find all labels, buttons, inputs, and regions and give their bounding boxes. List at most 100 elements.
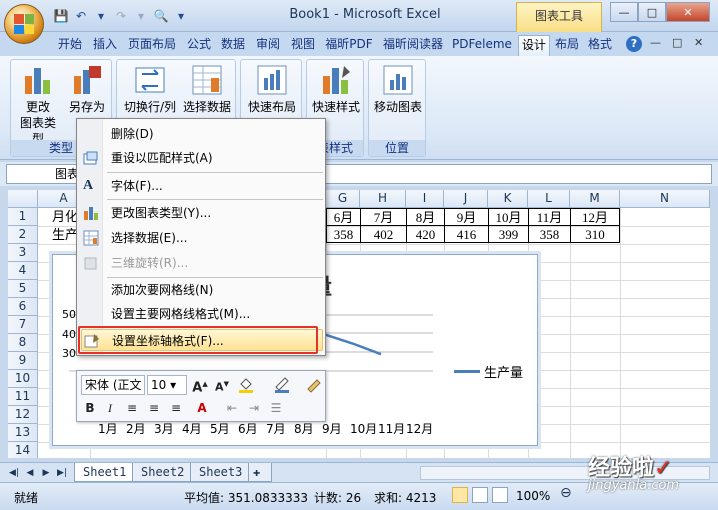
tab-home[interactable]: 开始 xyxy=(52,35,88,56)
row-header-11[interactable]: 11 xyxy=(8,388,38,406)
row-header-1[interactable]: 1 xyxy=(8,208,38,226)
cell-i2[interactable]: 420 xyxy=(406,225,445,243)
row-header-14[interactable]: 14 xyxy=(8,442,38,458)
menu-item-font[interactable]: A 字体(F)... xyxy=(81,175,323,197)
cell-m2[interactable]: 310 xyxy=(570,225,620,243)
first-sheet-icon[interactable]: ◀| xyxy=(8,466,20,480)
cell-h1[interactable]: 7月 xyxy=(360,208,407,226)
prev-sheet-icon[interactable]: ◀ xyxy=(24,466,36,480)
cell-i1[interactable]: 8月 xyxy=(406,208,445,226)
row-header-13[interactable]: 13 xyxy=(8,424,38,442)
column-header-m[interactable]: M xyxy=(570,190,620,208)
save-as-template-button[interactable]: 另存为 xyxy=(65,64,109,115)
column-header-n[interactable]: N xyxy=(620,190,710,208)
cell-k1[interactable]: 10月 xyxy=(488,208,529,226)
change-chart-type-button[interactable]: 更改 图表类型 xyxy=(15,64,61,147)
column-header-k[interactable]: K xyxy=(488,190,528,208)
cell-g1[interactable]: 6月 xyxy=(326,208,361,226)
tab-format[interactable]: 格式 xyxy=(584,35,616,56)
font-size-select[interactable]: 10 ▾ xyxy=(147,375,187,395)
format-painter-icon[interactable] xyxy=(305,375,323,393)
cell-l2[interactable]: 358 xyxy=(528,225,571,243)
row-header-10[interactable]: 10 xyxy=(8,370,38,388)
menu-item-select-data[interactable]: 选择数据(E)... xyxy=(81,227,323,249)
select-data-button[interactable]: 选择数据 xyxy=(179,64,235,115)
undo-icon[interactable]: ↶ xyxy=(72,7,90,25)
next-sheet-icon[interactable]: ▶ xyxy=(40,466,52,480)
cell-j1[interactable]: 9月 xyxy=(444,208,489,226)
cell-h2[interactable]: 402 xyxy=(360,225,407,243)
cell-g2[interactable]: 358 xyxy=(326,225,361,243)
zoom-out-icon[interactable]: ⊖ xyxy=(560,485,572,501)
ribbon-restore-icon[interactable]: □ xyxy=(672,36,682,49)
redo-icon[interactable]: ↷ xyxy=(112,7,130,25)
align-left-icon[interactable]: ≡ xyxy=(123,399,141,417)
column-header-g[interactable]: G xyxy=(326,190,360,208)
menu-item-reset-style[interactable]: 重设以匹配样式(A) xyxy=(81,147,323,169)
tab-insert[interactable]: 插入 xyxy=(88,35,122,56)
row-header-8[interactable]: 8 xyxy=(8,334,38,352)
minimize-button[interactable]: — xyxy=(610,2,638,22)
tab-formulas[interactable]: 公式 xyxy=(182,35,216,56)
zoom-level[interactable]: 100% xyxy=(516,489,550,503)
sheet-tab-sheet2[interactable]: Sheet2 xyxy=(132,463,194,482)
quick-layout-button[interactable]: 快速布局 xyxy=(243,64,301,115)
ribbon-close-icon[interactable]: ✕ xyxy=(694,36,703,49)
tab-review[interactable]: 审阅 xyxy=(250,35,286,56)
shrink-font-button[interactable]: A▼ xyxy=(213,375,231,394)
redo-dropdown-icon[interactable]: ▾ xyxy=(132,7,150,25)
fill-color-icon[interactable] xyxy=(237,375,255,393)
row-header-2[interactable]: 2 xyxy=(8,226,38,244)
line-color-icon[interactable] xyxy=(273,375,291,393)
save-icon[interactable]: 💾 xyxy=(52,7,70,25)
page-layout-view-icon[interactable] xyxy=(472,487,488,503)
row-header-5[interactable]: 5 xyxy=(8,280,38,298)
office-button[interactable] xyxy=(4,4,44,44)
cell-m1[interactable]: 12月 xyxy=(570,208,620,226)
sheet-tab-sheet3[interactable]: Sheet3 xyxy=(190,463,252,482)
column-header-j[interactable]: J xyxy=(444,190,488,208)
tab-page-layout[interactable]: 页面布局 xyxy=(122,35,182,56)
column-header-h[interactable]: H xyxy=(360,190,406,208)
italic-button[interactable]: I xyxy=(101,399,119,417)
undo-dropdown-icon[interactable]: ▾ xyxy=(92,7,110,25)
quick-style-button[interactable]: 快速样式 xyxy=(307,64,365,115)
cell-k2[interactable]: 399 xyxy=(488,225,529,243)
page-break-view-icon[interactable] xyxy=(492,487,508,503)
menu-item-format-major-gridlines[interactable]: 设置主要网格线格式(M)... xyxy=(81,303,323,325)
maximize-button[interactable]: □ xyxy=(638,2,666,22)
align-right-icon[interactable]: ≡ xyxy=(167,399,185,417)
tab-view[interactable]: 视图 xyxy=(286,35,320,56)
tab-data[interactable]: 数据 xyxy=(216,35,250,56)
bold-button[interactable]: B xyxy=(81,399,99,417)
tab-layout[interactable]: 布局 xyxy=(552,35,582,56)
move-chart-button[interactable]: 移动图表 xyxy=(369,64,427,115)
switch-row-column-button[interactable]: 切换行/列 xyxy=(121,64,179,115)
grow-font-button[interactable]: A▲ xyxy=(191,375,209,395)
menu-item-change-chart-type[interactable]: 更改图表类型(Y)... xyxy=(81,202,323,224)
row-header-4[interactable]: 4 xyxy=(8,262,38,280)
cell-j2[interactable]: 416 xyxy=(444,225,489,243)
align-center-icon[interactable]: ≡ xyxy=(145,399,163,417)
ribbon-minimize-icon[interactable]: — xyxy=(650,36,661,49)
sheet-tab-sheet1[interactable]: Sheet1 xyxy=(74,463,136,482)
help-icon[interactable]: ? xyxy=(626,36,642,52)
tab-pdfelement[interactable]: PDFeleme xyxy=(448,35,516,56)
tab-foxit-reader[interactable]: 福昕阅读器 xyxy=(378,35,448,56)
menu-item-add-minor-gridlines[interactable]: 添加次要网格线(N) xyxy=(81,279,323,301)
tab-foxit-pdf[interactable]: 福昕PDF xyxy=(320,35,378,56)
row-header-12[interactable]: 12 xyxy=(8,406,38,424)
last-sheet-icon[interactable]: ▶| xyxy=(56,466,68,480)
insert-sheet-icon[interactable]: ✚ xyxy=(248,463,272,482)
font-name-select[interactable]: 宋体 (正文 xyxy=(81,375,145,395)
cell-l1[interactable]: 11月 xyxy=(528,208,571,226)
row-header-7[interactable]: 7 xyxy=(8,316,38,334)
print-preview-icon[interactable]: 🔍 xyxy=(152,7,170,25)
tab-design[interactable]: 设计 xyxy=(518,35,550,56)
font-color-icon[interactable]: A xyxy=(193,399,211,417)
column-header-i[interactable]: I xyxy=(406,190,444,208)
row-header-9[interactable]: 9 xyxy=(8,352,38,370)
select-all-corner[interactable] xyxy=(8,190,38,208)
chart-legend[interactable]: 生产量 xyxy=(454,362,523,381)
customize-qat-icon[interactable]: ▾ xyxy=(172,7,190,25)
